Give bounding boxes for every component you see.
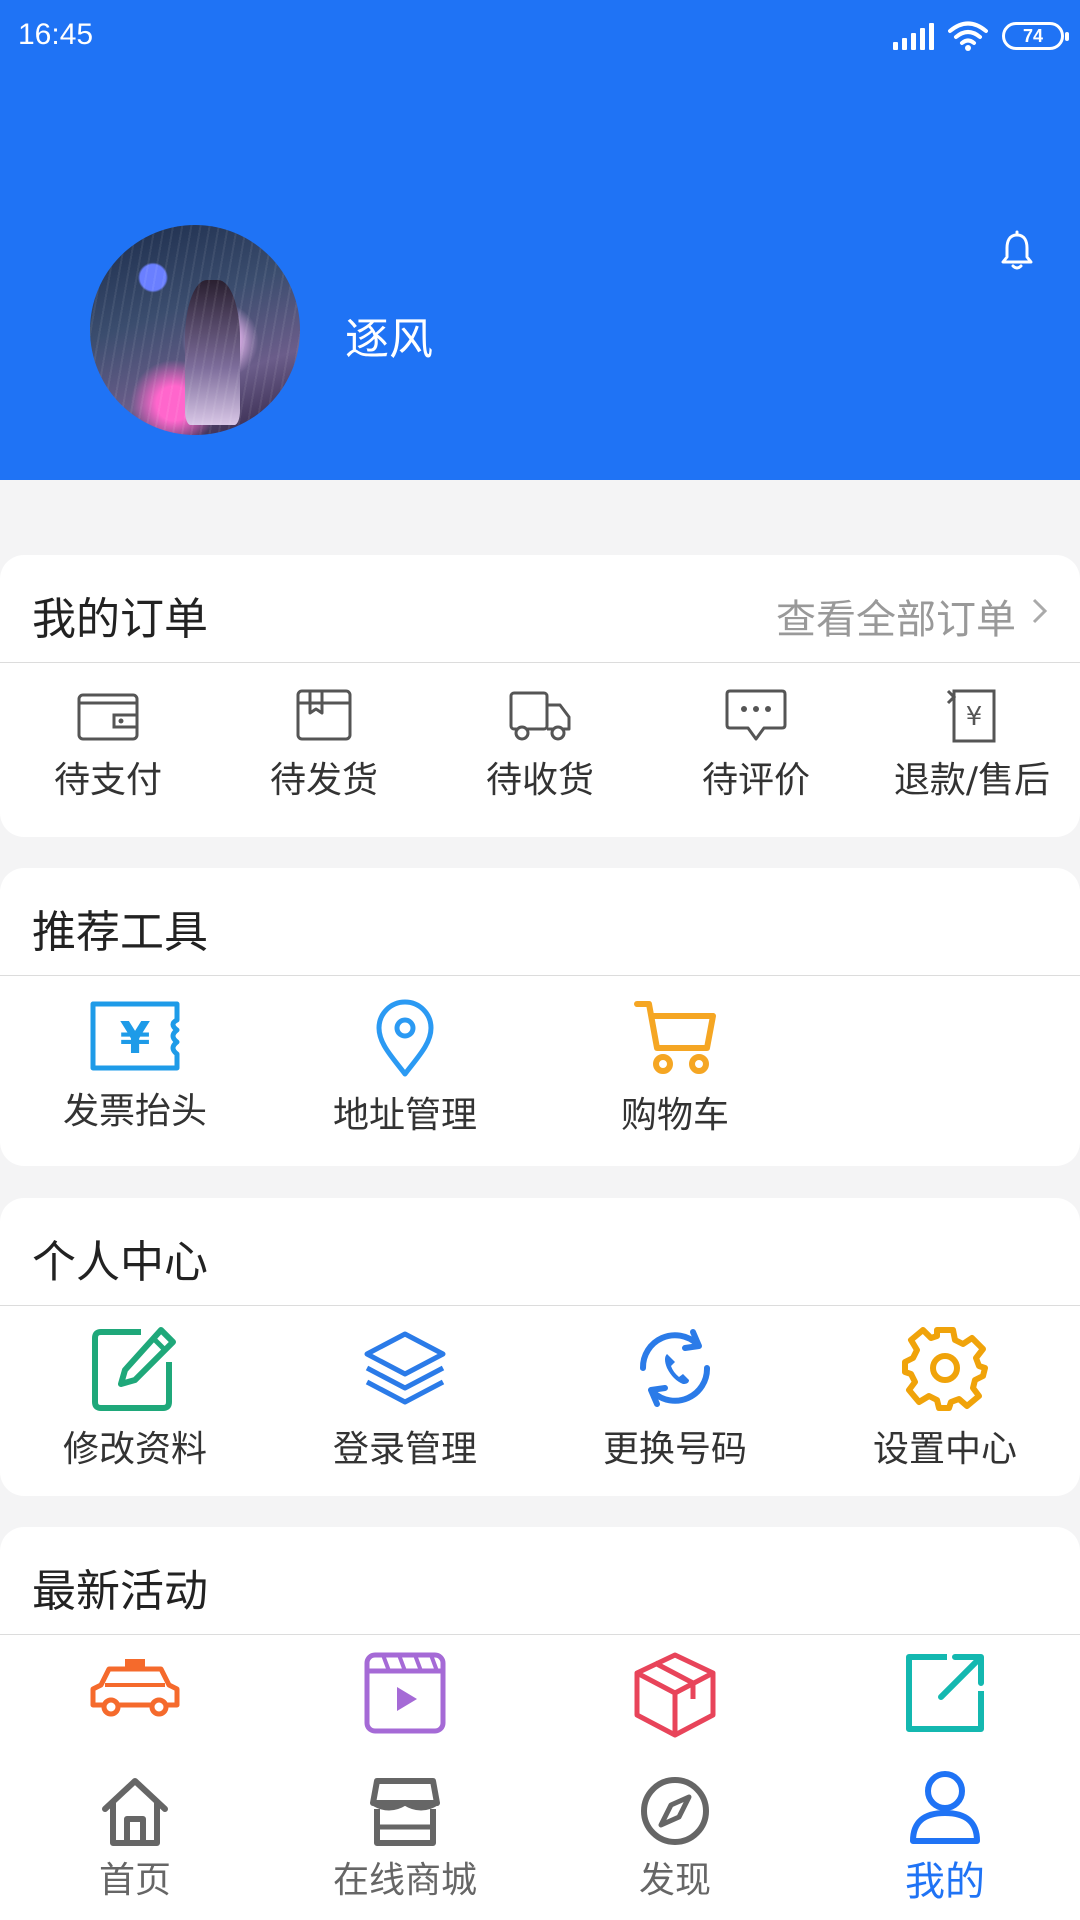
bell-icon[interactable] [998,230,1036,272]
personal-label: 修改资料 [62,1429,207,1470]
tools-title: 推荐工具 [32,907,208,958]
activities-card: 最新活动 [0,1527,1080,1787]
svg-text:¥: ¥ [120,1013,151,1064]
phone-refresh-icon [639,1329,711,1407]
gear-icon [902,1327,988,1411]
layers-icon [364,1331,446,1405]
tool-address[interactable]: 地址管理 [297,998,513,1138]
tab-me[interactable]: 我的 [810,1769,1080,1907]
status-bar: 16:45 74 [0,0,1080,72]
personal-header: 个人中心 [0,1198,1080,1306]
status-time: 16:45 [18,18,94,51]
wifi-icon [948,21,988,51]
order-label: 待收货 [485,760,594,801]
taxi-icon [90,1659,180,1717]
personal-label: 设置中心 [872,1429,1017,1470]
tool-label: 购物车 [620,1095,729,1136]
orders-card: 我的订单 查看全部订单 待支付 待发货 待收货 待评价 ¥ 退款/售后 [0,555,1080,837]
change-number-item[interactable]: 更换号码 [567,1324,783,1472]
order-pending-payment[interactable]: 待支付 [0,687,216,803]
tools-header: 推荐工具 [0,868,1080,976]
order-pending-receipt[interactable]: 待收货 [432,687,648,803]
svg-text:¥: ¥ [966,702,983,732]
order-label: 待发货 [269,760,378,801]
status-icons: 74 [893,18,1069,54]
activity-video[interactable] [297,1651,513,1735]
tool-cart[interactable]: 购物车 [567,998,783,1138]
user-icon [910,1771,980,1844]
login-management-item[interactable]: 登录管理 [297,1324,513,1472]
order-pending-review[interactable]: 待评价 [648,687,864,803]
battery-icon: 74 [1002,22,1069,50]
box-icon [634,1652,716,1738]
tool-invoice[interactable]: ¥ 发票抬头 [27,998,243,1134]
edit-icon [92,1327,176,1411]
personal-title: 个人中心 [32,1237,208,1288]
share-icon [906,1654,984,1732]
tools-card: 推荐工具 ¥ 发票抬头 地址管理 购物车 [0,868,1080,1166]
personal-label: 更换号码 [602,1429,747,1470]
order-pending-shipment[interactable]: 待发货 [216,687,432,803]
wallet-icon [77,693,139,741]
profile-header: 16:45 74 逐风 [0,0,1080,480]
tab-label: 首页 [98,1860,171,1901]
refund-icon: ¥ [946,689,996,743]
tab-store[interactable]: 在线商城 [270,1775,540,1903]
orders-title: 我的订单 [32,594,208,645]
package-icon [296,689,352,741]
tab-discover[interactable]: 发现 [540,1775,810,1903]
view-all-orders-link[interactable]: 查看全部订单 [776,587,1016,645]
username[interactable]: 逐风 [345,303,433,367]
order-label: 待支付 [53,760,162,801]
truck-icon [509,691,571,741]
home-icon [102,1778,168,1846]
activity-box[interactable] [567,1651,783,1739]
activities-title: 最新活动 [32,1566,208,1617]
cart-icon [634,1001,716,1074]
activity-share[interactable] [837,1651,1053,1735]
avatar-rain [90,225,300,435]
edit-profile-item[interactable]: 修改资料 [27,1324,243,1472]
chevron-right-icon[interactable] [1030,597,1050,625]
personal-card: 个人中心 修改资料 登录管理 更换号码 设置中心 [0,1198,1080,1496]
tool-label: 地址管理 [332,1095,477,1136]
tab-label: 在线商城 [332,1860,477,1901]
location-pin-icon [376,999,434,1077]
avatar[interactable] [90,225,300,435]
personal-label: 登录管理 [332,1429,477,1470]
activities-header: 最新活动 [0,1527,1080,1635]
activity-taxi[interactable] [27,1655,243,1719]
tab-bar: 首页 在线商城 发现 我的 [0,1755,1080,1920]
order-label: 待评价 [701,760,810,801]
signal-icon [893,22,934,50]
battery-level: 74 [1022,25,1044,46]
tab-label: 我的 [905,1859,985,1905]
order-label: 退款/售后 [893,760,1051,801]
tool-label: 发票抬头 [62,1091,207,1132]
order-refund[interactable]: ¥ 退款/售后 [864,687,1080,803]
invoice-icon: ¥ [90,1001,180,1071]
video-icon [364,1652,446,1734]
store-icon [370,1778,440,1846]
tab-label: 发现 [638,1860,711,1901]
tab-home[interactable]: 首页 [0,1775,270,1903]
settings-item[interactable]: 设置中心 [837,1324,1053,1472]
compass-icon [641,1777,709,1845]
comment-icon [725,689,787,741]
orders-header: 我的订单 查看全部订单 [0,555,1080,663]
